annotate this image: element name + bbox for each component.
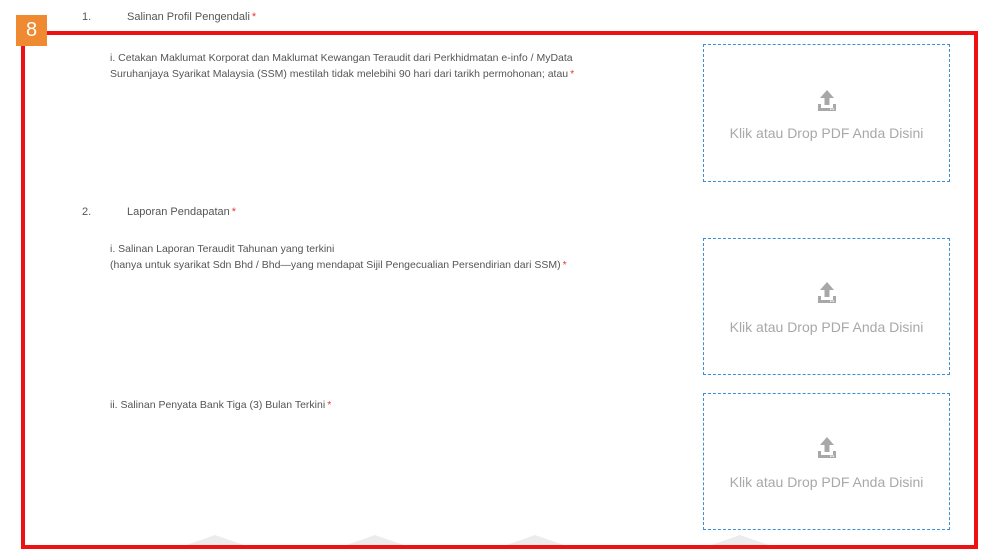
- pdf-dropzone-bank-statement[interactable]: Klik atau Drop PDF Anda Disini: [703, 393, 950, 530]
- required-marker: *: [327, 399, 332, 411]
- document-requirement-audited-report: i. Salinan Laporan Teraudit Tahunan yang…: [110, 241, 567, 273]
- requirement-line: i. Salinan Laporan Teraudit Tahunan yang…: [110, 243, 335, 255]
- upload-icon: [815, 435, 839, 464]
- step-badge: 8: [16, 15, 47, 46]
- dropzone-label: Klik atau Drop PDF Anda Disini: [729, 125, 924, 141]
- required-marker: *: [570, 68, 575, 80]
- required-marker: *: [562, 259, 567, 271]
- required-marker: *: [251, 11, 257, 23]
- dropzone-label: Klik atau Drop PDF Anda Disini: [729, 474, 924, 490]
- requirement-line: ii. Salinan Penyata Bank Tiga (3) Bulan …: [110, 399, 332, 411]
- requirement-line: i. Cetakan Maklumat Korporat dan Makluma…: [110, 52, 573, 64]
- section-number: 2.: [82, 206, 92, 218]
- section-number: 1.: [82, 11, 92, 23]
- upload-icon: [815, 88, 839, 117]
- background-decoration: [175, 535, 255, 549]
- upload-icon: [815, 280, 839, 309]
- requirement-line: Suruhanjaya Syarikat Malaysia (SSM) mest…: [110, 68, 575, 80]
- pdf-dropzone-audited-report[interactable]: Klik atau Drop PDF Anda Disini: [703, 238, 950, 375]
- background-decoration: [495, 535, 575, 549]
- document-requirement-bank-statement: ii. Salinan Penyata Bank Tiga (3) Bulan …: [110, 397, 331, 413]
- document-requirement-corporate-info: i. Cetakan Maklumat Korporat dan Makluma…: [110, 50, 574, 82]
- requirement-line: (hanya untuk syarikat Sdn Bhd / Bhd—yang…: [110, 259, 567, 271]
- section-title-salinan-profil: Salinan Profil Pengendali *: [127, 11, 257, 23]
- background-decoration: [335, 535, 415, 549]
- section-title-laporan-pendapatan: Laporan Pendapatan *: [127, 206, 237, 218]
- dropzone-label: Klik atau Drop PDF Anda Disini: [729, 319, 924, 335]
- required-marker: *: [231, 206, 237, 218]
- pdf-dropzone-corporate-info[interactable]: Klik atau Drop PDF Anda Disini: [703, 44, 950, 182]
- background-decoration: [700, 535, 780, 549]
